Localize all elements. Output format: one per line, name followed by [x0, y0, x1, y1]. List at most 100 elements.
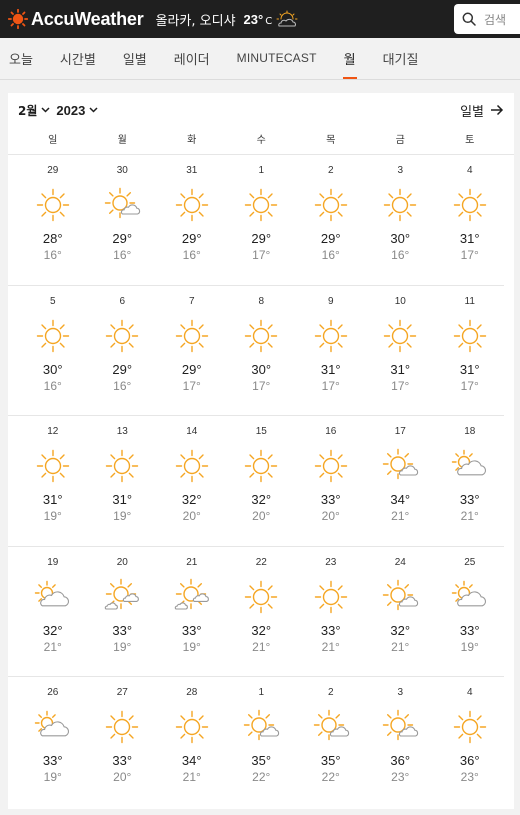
sunny-icon — [245, 188, 278, 222]
calendar-day-cell[interactable]: 13 31° 19° — [88, 416, 158, 546]
calendar-day-cell[interactable]: 30 29° 16° — [88, 155, 158, 285]
tab-daily[interactable]: 일별 — [123, 37, 147, 79]
day-number: 4 — [466, 165, 473, 176]
calendar-day-cell[interactable]: 23 33° 21° — [296, 547, 366, 677]
calendar-day-cell[interactable]: 8 30° 17° — [227, 286, 297, 416]
calendar-day-cell[interactable]: 25 33° 19° — [435, 547, 505, 677]
sunny-icon — [453, 710, 486, 744]
calendar-day-cell[interactable]: 18 33° 21° — [435, 416, 505, 546]
low-temperature: 16° — [43, 248, 62, 262]
calendar-day-cell[interactable]: 11 31° 17° — [435, 286, 505, 416]
calendar-day-cell[interactable]: 6 29° 16° — [88, 286, 158, 416]
calendar-week-row: 5 30° 16° 6 29° 16° 7 29° 17° 8 30° 17° 9 31° 17° 10 31°… — [8, 286, 505, 416]
tab-minutecast[interactable]: MINUTECAST — [237, 37, 317, 79]
high-temperature: 32° — [390, 622, 411, 638]
high-temperature: 36° — [390, 753, 411, 768]
current-temperature: 23° — [243, 11, 264, 27]
month-selector[interactable]: 2월 — [18, 102, 50, 119]
calendar-day-cell[interactable]: 21 33° 19° — [157, 547, 227, 677]
high-temperature: 29° — [251, 231, 272, 246]
month-year-selectors: 2월 2023 — [18, 102, 104, 119]
current-location[interactable]: 올라카, 오디샤 23° C — [156, 10, 299, 29]
low-temperature: 22° — [321, 770, 340, 784]
daily-forecast-link[interactable]: 일별 — [460, 101, 504, 120]
low-temperature: 16° — [43, 378, 62, 393]
partly-sunny-clouds-icon — [105, 578, 140, 610]
calendar-day-cell[interactable]: 1 35° 22° — [227, 677, 297, 808]
calendar-day-cell[interactable]: 2 29° 16° — [296, 155, 366, 285]
day-number: 6 — [119, 295, 126, 307]
location-name: 올라카, 오디샤 — [155, 13, 236, 29]
day-number: 4 — [466, 687, 473, 698]
sunny-icon — [175, 319, 208, 352]
high-temperature: 33° — [459, 622, 480, 638]
mostly-sunny-icon — [244, 709, 280, 741]
sunny-icon — [384, 188, 417, 222]
day-number: 5 — [49, 295, 56, 307]
low-temperature: 17° — [252, 248, 271, 262]
calendar-day-cell[interactable]: 27 33° 20° — [88, 677, 158, 808]
tab-monthly[interactable]: 월 — [342, 37, 357, 79]
calendar-day-cell[interactable]: 3 36° 23° — [366, 677, 436, 808]
weekday-label: 금 — [395, 135, 405, 146]
low-temperature: 20° — [252, 509, 271, 523]
low-temperature: 20° — [321, 509, 340, 523]
year-selector[interactable]: 2023 — [56, 103, 98, 118]
accuweather-logo[interactable]: AccuWeather — [8, 9, 144, 30]
day-number: 9 — [327, 295, 334, 307]
calendar-day-cell[interactable]: 20 33° 19° — [88, 547, 158, 677]
day-number: 24 — [394, 556, 406, 568]
search-placeholder: 검색 — [484, 12, 507, 27]
high-temperature: 31° — [390, 361, 411, 377]
calendar-week-row: 19 32° 21° 20 33° 19° 21 33° 19° 22 32° 21° 23 33° 21°… — [8, 547, 505, 677]
calendar-day-cell[interactable]: 29 28° 16° — [18, 155, 88, 285]
calendar-day-cell[interactable]: 2 35° 22° — [296, 677, 366, 808]
calendar-week-row: 26 33° 19° 27 33° 20° 28 34° 21° 1 35° 22° 2 35° 22° 3 3… — [8, 677, 504, 808]
calendar-day-cell[interactable]: 5 30° 16° — [18, 286, 88, 416]
tab-hourly[interactable]: 시간별 — [60, 37, 96, 79]
calendar-day-cell[interactable]: 9 31° 17° — [296, 286, 366, 416]
calendar-day-cell[interactable]: 19 32° 21° — [18, 547, 88, 677]
forecast-tabs: 오늘 시간별 일별 레이더 MINUTECAST 월 대기질 — [0, 38, 520, 80]
calendar-day-cell[interactable]: 17 34° 21° — [366, 416, 436, 546]
day-number: 16 — [325, 426, 337, 437]
calendar-day-cell[interactable]: 4 31° 17° — [435, 155, 505, 285]
low-temperature: 21° — [182, 770, 201, 784]
calendar-day-cell[interactable]: 1 29° 17° — [227, 155, 297, 285]
day-number: 12 — [47, 426, 59, 437]
weekday-label: 일 — [48, 135, 58, 146]
calendar-day-cell[interactable]: 28 34° 21° — [157, 677, 227, 808]
calendar-day-cell[interactable]: 4 36° 23° — [435, 677, 505, 808]
day-number: 21 — [186, 556, 198, 568]
search-box[interactable]: 검색 — [454, 4, 520, 34]
day-number: 26 — [47, 687, 59, 698]
high-temperature: 32° — [251, 492, 272, 507]
calendar-day-cell[interactable]: 3 30° 16° — [366, 155, 436, 285]
low-temperature: 16° — [113, 248, 132, 262]
temperature-unit: C — [265, 15, 273, 27]
weekday-label: 수 — [256, 135, 266, 146]
sunny-icon — [453, 188, 486, 222]
calendar-day-cell[interactable]: 31 29° 16° — [157, 155, 227, 285]
tab-today[interactable]: 오늘 — [9, 37, 33, 79]
calendar-day-cell[interactable]: 12 31° 19° — [18, 416, 88, 546]
low-temperature: 22° — [252, 770, 271, 784]
calendar-day-cell[interactable]: 22 32° 21° — [227, 547, 297, 677]
calendar-day-cell[interactable]: 7 29° 17° — [157, 286, 227, 416]
calendar-week-row: 12 31° 19° 13 31° 19° 14 32° 20° 15 32° 20° 16 33° 20°… — [8, 416, 504, 547]
calendar-day-cell[interactable]: 16 33° 20° — [296, 416, 366, 546]
tab-radar[interactable]: 레이더 — [174, 37, 210, 79]
calendar-day-cell[interactable]: 15 32° 20° — [227, 416, 297, 546]
brand-name: AccuWeather — [31, 8, 144, 29]
low-temperature: 17° — [182, 378, 201, 393]
calendar-day-cell[interactable]: 26 33° 19° — [18, 677, 88, 808]
partly-cloudy-icon — [451, 580, 486, 606]
day-number: 15 — [255, 426, 267, 437]
tab-air-quality[interactable]: 대기질 — [383, 37, 419, 79]
calendar-day-cell[interactable]: 14 32° 20° — [157, 416, 227, 546]
calendar-day-cell[interactable]: 10 31° 17° — [366, 286, 436, 416]
low-temperature: 19° — [460, 639, 479, 654]
calendar-day-cell[interactable]: 24 32° 21° — [366, 547, 436, 677]
low-temperature: 16° — [321, 248, 340, 262]
low-temperature: 23° — [460, 770, 479, 784]
